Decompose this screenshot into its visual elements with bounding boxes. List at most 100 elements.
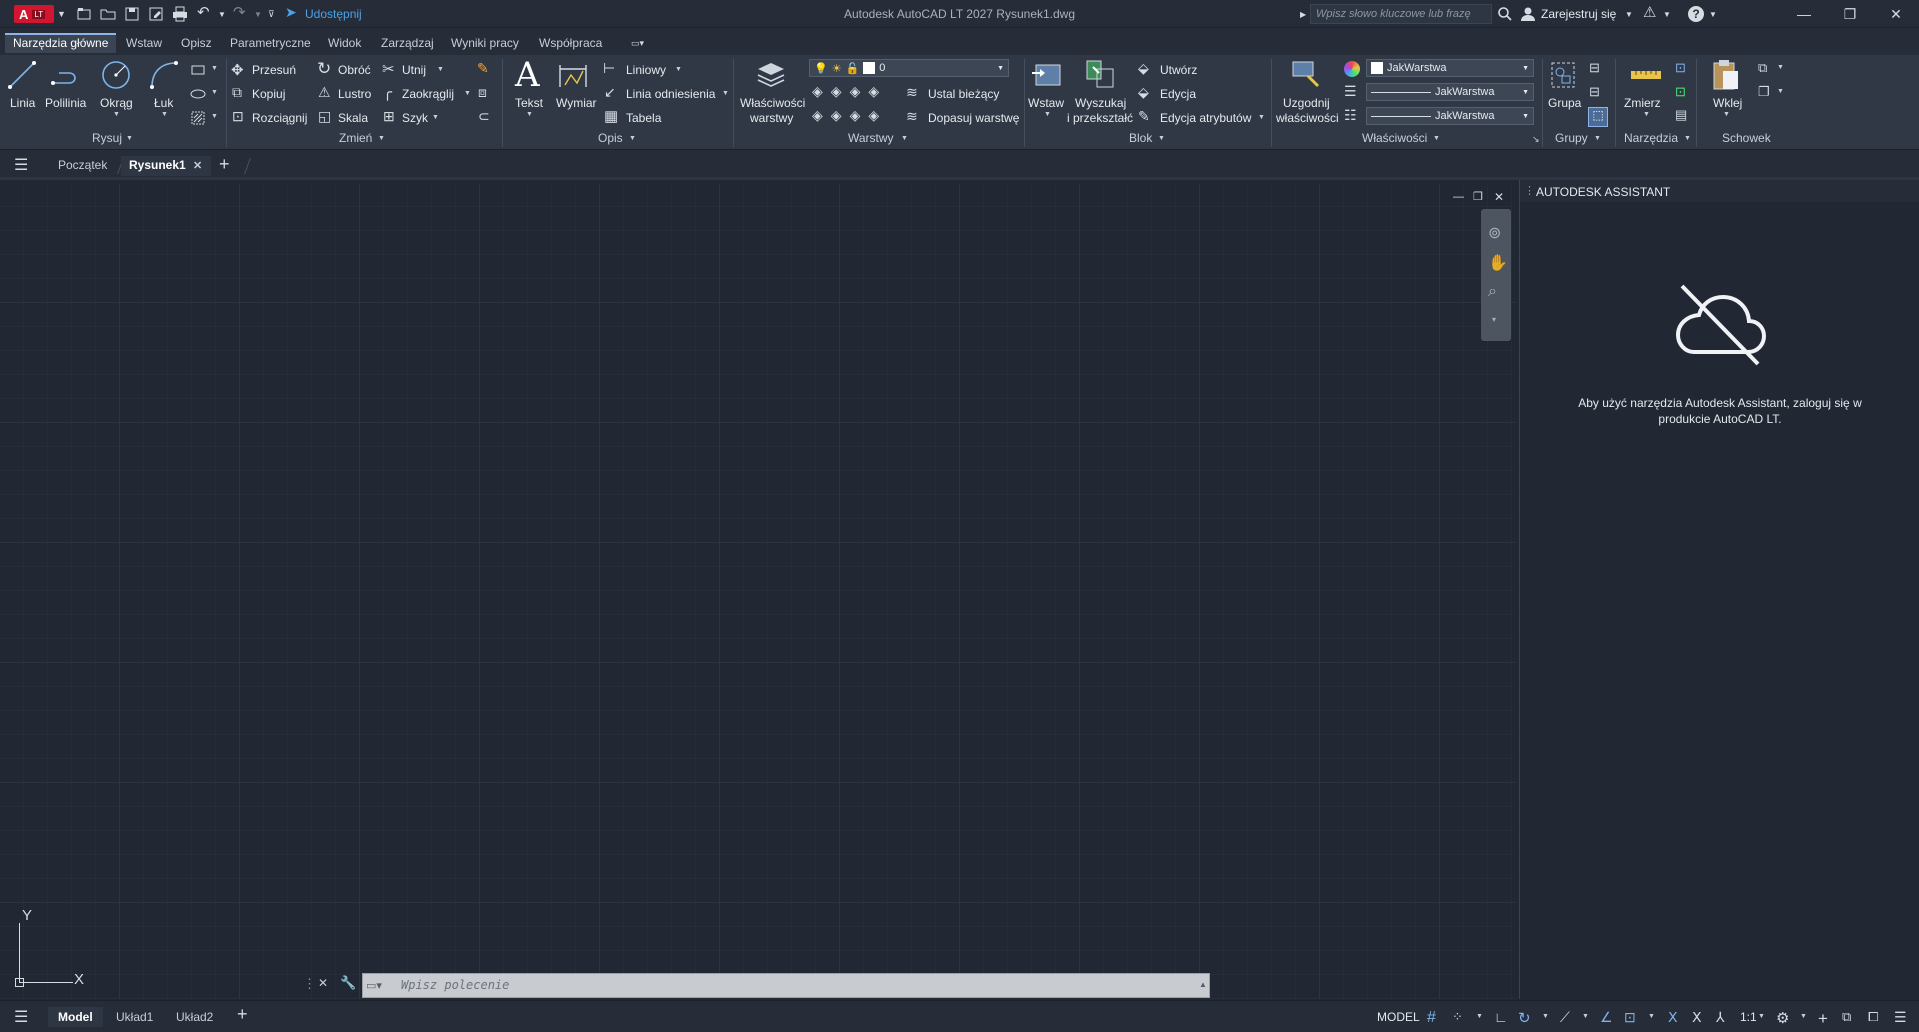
quick-select-icon[interactable]: ⊡ — [1675, 60, 1686, 76]
save-icon[interactable] — [124, 6, 140, 22]
share-icon[interactable]: ➤ — [285, 4, 301, 20]
paste-dropdown-icon[interactable]: ▼ — [1723, 111, 1730, 118]
calculator-icon[interactable]: ▤ — [1675, 107, 1687, 123]
measure-label[interactable]: Zmierz — [1624, 96, 1661, 110]
cut-icon[interactable]: ⧉ — [1758, 60, 1767, 76]
drawing-canvas[interactable]: — ❐ ✕ ⊚ ✋ ⌕ ▾ Y X ⋮ ✕ 🔧 — [0, 183, 1515, 999]
ortho-icon[interactable]: ∟ — [1494, 1009, 1512, 1027]
tab-annotate[interactable]: Opisz — [173, 33, 220, 53]
isolate-objects-icon[interactable]: ⧉ — [1842, 1009, 1860, 1027]
insert-block-icon[interactable] — [1030, 57, 1064, 91]
save-as-icon[interactable] — [148, 6, 164, 22]
hatch-tool-icon[interactable] — [190, 110, 206, 126]
close-button[interactable]: ✕ — [1873, 0, 1919, 28]
layer-thaw-icon[interactable]: ◈ — [850, 107, 869, 123]
plus-icon[interactable]: + — [1818, 1009, 1836, 1028]
linetype-dropdown[interactable]: JakWarstwa ▼ — [1366, 107, 1534, 125]
minimize-button[interactable]: — — [1781, 0, 1827, 28]
match-properties-label-1[interactable]: Uzgodnij — [1283, 96, 1330, 110]
array-dropdown-icon[interactable]: ▼ — [432, 114, 439, 121]
properties-launcher-icon[interactable]: ↘ — [1532, 134, 1540, 145]
isodraft-icon[interactable]: ⟋ — [1560, 1009, 1578, 1027]
set-current-icon[interactable]: ≋ — [906, 84, 918, 101]
viewport-minimize-icon[interactable]: — — [1453, 191, 1464, 203]
linetype-icon[interactable]: ☷ — [1344, 107, 1357, 124]
help-search-input[interactable]: Wpisz słowo kluczowe lub frazę — [1310, 4, 1492, 24]
layer-off-icon[interactable]: ◈ — [812, 83, 831, 99]
grid-icon[interactable]: # — [1427, 1009, 1445, 1027]
circle-tool-label[interactable]: Okrąg — [100, 96, 133, 110]
line-tool-icon[interactable] — [6, 59, 38, 91]
scale-button[interactable]: Skala — [338, 111, 368, 125]
command-close-icon[interactable]: ✕ — [318, 976, 328, 990]
tab-drawing[interactable]: Rysunek1 ✕ — [121, 156, 211, 176]
navbar-more-icon[interactable]: ▾ — [1492, 315, 1496, 324]
app-dropdown-icon[interactable]: ▼ — [1663, 10, 1679, 26]
help-dropdown-icon[interactable]: ▼ — [1709, 10, 1725, 26]
redo-icon[interactable]: ↷ — [233, 3, 249, 21]
find-replace-icon[interactable] — [1083, 57, 1117, 91]
leader-icon[interactable]: ↙ — [604, 84, 616, 101]
arc-dropdown-icon[interactable]: ▼ — [161, 111, 168, 118]
panel-clipboard-title[interactable]: Schowek — [1722, 131, 1771, 145]
match-properties-label-2[interactable]: właściwości — [1276, 111, 1339, 125]
color-dropdown[interactable]: JakWarstwa ▼ — [1366, 59, 1534, 77]
scale-dropdown-icon[interactable]: ▼ — [1758, 1013, 1776, 1031]
layer-properties-icon[interactable] — [754, 59, 788, 91]
close-tab-icon[interactable]: ✕ — [193, 159, 202, 172]
object-snap-dropdown-icon[interactable]: ▼ — [1648, 1013, 1666, 1031]
panel-layers-expand-icon[interactable]: ▼ — [901, 135, 908, 142]
create-block-button[interactable]: Utwórz — [1160, 63, 1197, 77]
panel-annotation-title[interactable]: Opis — [598, 131, 623, 145]
ungroup-icon[interactable]: ⊟ — [1589, 60, 1600, 76]
panel-layers-title[interactable]: Warstwy — [848, 131, 894, 145]
command-input[interactable]: Wpisz polecenie — [362, 973, 1210, 998]
signin-button[interactable]: Zarejestruj się — [1541, 7, 1616, 21]
object-snap-tracking-icon[interactable]: ∠ — [1600, 1009, 1618, 1027]
copy-button[interactable]: Kopiuj — [252, 87, 285, 101]
linear-dim-dropdown-icon[interactable]: ▼ — [675, 66, 682, 73]
tab-output[interactable]: Wyniki pracy — [443, 33, 527, 53]
undo-dropdown-icon[interactable]: ▼ — [218, 10, 234, 26]
rectangle-dropdown-icon[interactable]: ▼ — [211, 65, 218, 72]
tab-insert[interactable]: Wstaw — [118, 33, 170, 53]
auto-scale-icon[interactable]: Ⅹ — [1692, 1009, 1710, 1027]
group-label[interactable]: Grupa — [1548, 96, 1581, 110]
measure-icon[interactable] — [1630, 65, 1662, 85]
offset-icon[interactable]: ⊂ — [478, 108, 490, 125]
copy-clip-icon[interactable]: ❐ — [1758, 84, 1770, 100]
table-button[interactable]: Tabela — [626, 111, 661, 125]
pan-icon[interactable]: ✋ — [1488, 253, 1508, 273]
table-icon[interactable]: ▦ — [604, 107, 618, 125]
ribbon-display-toggle-icon[interactable]: ▭▾ — [631, 38, 657, 52]
panel-properties-title[interactable]: Właściwości — [1362, 131, 1427, 145]
polyline-tool-icon[interactable] — [50, 59, 82, 91]
mirror-button[interactable]: Lustro — [338, 87, 371, 101]
panel-utilities-title[interactable]: Narzędzia — [1624, 131, 1678, 145]
layer-isolate-icon[interactable]: ◈ — [831, 83, 850, 99]
user-icon[interactable] — [1520, 6, 1536, 22]
annotation-scale-value[interactable]: 1:1 — [1740, 1010, 1757, 1024]
find-replace-label-1[interactable]: Wyszukaj — [1075, 96, 1126, 110]
share-button[interactable]: Udostępnij — [305, 7, 362, 21]
panel-annotation-expand-icon[interactable]: ▼ — [629, 135, 636, 142]
rotate-icon[interactable]: ↻ — [317, 59, 331, 79]
polyline-tool-label[interactable]: Polilinia — [45, 96, 86, 110]
ellipse-dropdown-icon[interactable]: ▼ — [211, 89, 218, 96]
linear-dim-icon[interactable]: ⊢ — [603, 60, 615, 77]
edit-attributes-button[interactable]: Edycja atrybutów — [1160, 111, 1251, 125]
find-replace-label-2[interactable]: i przekształć — [1067, 111, 1133, 125]
panel-properties-expand-icon[interactable]: ▼ — [1433, 135, 1440, 142]
panel-draw-title[interactable]: Rysuj — [92, 131, 122, 145]
arc-tool-label[interactable]: Łuk — [154, 96, 173, 110]
new-tab-icon[interactable]: + — [219, 154, 230, 175]
viewport-close-icon[interactable]: ✕ — [1494, 190, 1504, 204]
circle-dropdown-icon[interactable]: ▼ — [113, 111, 120, 118]
insert-block-label[interactable]: Wstaw — [1028, 96, 1064, 110]
panel-modify-expand-icon[interactable]: ▼ — [378, 135, 385, 142]
signin-dropdown-icon[interactable]: ▼ — [1625, 10, 1641, 26]
panel-block-title[interactable]: Blok — [1129, 131, 1152, 145]
command-settings-icon[interactable]: 🔧 — [340, 975, 356, 991]
edit-block-button[interactable]: Edycja — [1160, 87, 1196, 101]
layout-menu-icon[interactable]: ☰ — [14, 1007, 28, 1027]
